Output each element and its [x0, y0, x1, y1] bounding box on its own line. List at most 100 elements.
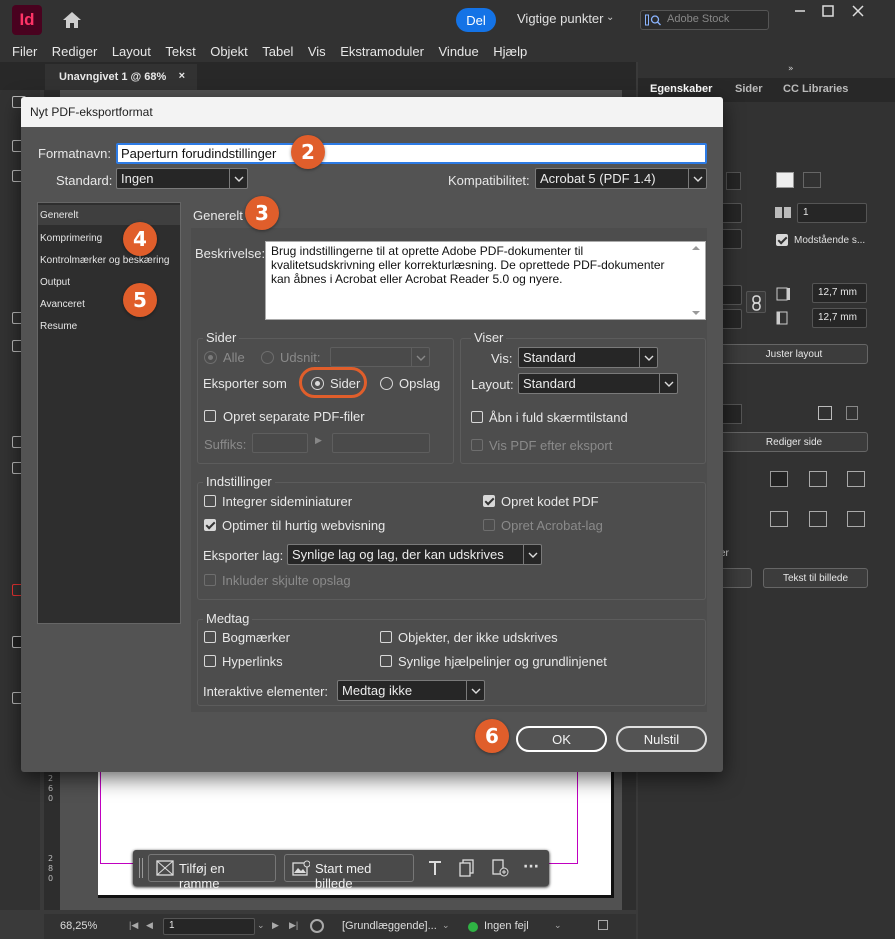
facing-pages-checkbox[interactable]: [776, 234, 788, 246]
landscape-orientation-icon[interactable]: [803, 172, 821, 188]
all-pages-radio[interactable]: [204, 351, 217, 364]
next-page-icon[interactable]: ▶: [272, 920, 279, 931]
open-document-icon[interactable]: [310, 919, 324, 933]
zoom-level[interactable]: 68,25%: [60, 920, 97, 932]
menu-ekstramoduler[interactable]: Ekstramoduler: [340, 44, 424, 59]
export-layers-dropdown[interactable]: Synlige lag og lag, der kan udskrives: [287, 544, 542, 565]
tagged-pdf-checkbox[interactable]: [483, 495, 495, 507]
portrait-orientation-icon[interactable]: [776, 172, 794, 188]
menu-tekst[interactable]: Tekst: [165, 44, 195, 59]
width-field[interactable]: [720, 203, 742, 223]
document-tab[interactable]: Unavngivet 1 @ 68% ×: [45, 64, 197, 90]
drag-handle-icon[interactable]: [139, 858, 143, 878]
menu-rediger[interactable]: Rediger: [52, 44, 98, 59]
close-icon[interactable]: [848, 3, 868, 19]
standard-dropdown[interactable]: Ingen: [116, 168, 248, 189]
page-view-icon[interactable]: [598, 920, 608, 930]
menu-objekt[interactable]: Objekt: [210, 44, 248, 59]
margin-left-field[interactable]: [720, 309, 742, 329]
workspace-switcher[interactable]: Vigtige punkter: [517, 11, 604, 26]
separate-files-checkbox[interactable]: [204, 410, 216, 422]
snap-icon[interactable]: [847, 511, 865, 527]
tab-cc-libraries[interactable]: CC Libraries: [783, 83, 848, 95]
description-scrollbar[interactable]: [688, 243, 704, 318]
fullscreen-checkbox[interactable]: [471, 411, 483, 423]
link-margins-icon[interactable]: [746, 291, 766, 313]
menu-vis[interactable]: Vis: [308, 44, 326, 59]
embed-thumbnails-checkbox[interactable]: [204, 495, 216, 507]
ruler-guides-icon[interactable]: [770, 471, 788, 487]
margin-bottom-field[interactable]: 12,7 mm: [812, 308, 867, 328]
tab-egenskaber[interactable]: Egenskaber: [650, 83, 712, 95]
delete-page-icon[interactable]: [846, 406, 858, 420]
baseline-grid-icon[interactable]: [809, 511, 827, 527]
last-page-icon[interactable]: ▶|: [289, 920, 298, 931]
page-dropdown-icon[interactable]: ⌄: [257, 920, 265, 931]
category-avanceret[interactable]: Avanceret: [38, 294, 180, 314]
format-name-input[interactable]: Paperturn forudindstillinger: [116, 143, 707, 164]
category-kontrolmaerker[interactable]: Kontrolmærker og beskæring: [38, 250, 180, 270]
menu-tabel[interactable]: Tabel: [262, 44, 293, 59]
share-button[interactable]: Del: [456, 8, 496, 32]
menu-vindue[interactable]: Vindue: [439, 44, 479, 59]
grid-icon[interactable]: [809, 471, 827, 487]
new-page-icon[interactable]: [818, 406, 832, 420]
text-to-image-button[interactable]: Tekst til billede: [763, 568, 868, 588]
close-tab-icon[interactable]: ×: [179, 70, 185, 82]
add-frame-button[interactable]: Tilføj en ramme: [148, 854, 276, 891]
first-page-icon[interactable]: |◀: [129, 920, 138, 931]
profile-dropdown-icon[interactable]: ⌄: [442, 920, 450, 931]
more-options-icon[interactable]: ···: [523, 859, 541, 877]
start-with-image-button[interactable]: Start med billede: [284, 854, 414, 891]
category-resume[interactable]: Resume: [38, 316, 180, 336]
description-textarea[interactable]: Brug indstillingerne til at oprette Adob…: [265, 241, 706, 320]
view-dropdown[interactable]: Standard: [518, 347, 658, 368]
page-number-field[interactable]: 1: [163, 918, 255, 935]
category-komprimering[interactable]: Komprimering: [38, 228, 180, 248]
minimize-icon[interactable]: [790, 3, 810, 19]
preflight-menu-icon[interactable]: ⌄: [554, 920, 562, 931]
smart-guides-icon[interactable]: [770, 511, 788, 527]
acrobat-layers-checkbox[interactable]: [483, 519, 495, 531]
suffix-field[interactable]: [252, 433, 308, 453]
menu-hjaelp[interactable]: Hjælp: [493, 44, 527, 59]
tab-sider[interactable]: Sider: [735, 83, 763, 95]
category-generelt[interactable]: Generelt: [38, 205, 180, 225]
text-icon[interactable]: [427, 859, 443, 877]
adjust-layout-button[interactable]: Juster layout: [720, 344, 868, 364]
reset-button[interactable]: Nulstil: [616, 726, 707, 752]
hyperlinks-checkbox[interactable]: [204, 655, 216, 667]
non-printing-checkbox[interactable]: [380, 631, 392, 643]
adobe-stock-search[interactable]: Adobe Stock: [640, 10, 769, 30]
edit-page-button[interactable]: Rediger side: [720, 432, 868, 452]
quick-action-button[interactable]: [720, 568, 752, 588]
preflight-profile[interactable]: [Grundlæggende]...: [342, 920, 437, 932]
layout-dropdown[interactable]: Standard: [518, 373, 678, 394]
compatibility-dropdown[interactable]: Acrobat 5 (PDF 1.4): [535, 168, 707, 189]
layout-grid-icon[interactable]: [847, 471, 865, 487]
include-hidden-checkbox[interactable]: [204, 574, 216, 586]
master-page-dropdown[interactable]: [720, 404, 742, 424]
view-after-export-checkbox[interactable]: [471, 439, 483, 451]
range-radio[interactable]: [261, 351, 274, 364]
bookmarks-checkbox[interactable]: [204, 631, 216, 643]
document-preset-dropdown[interactable]: [726, 172, 741, 190]
guides-checkbox[interactable]: [380, 655, 392, 667]
add-page-icon[interactable]: [491, 859, 509, 877]
previous-page-icon[interactable]: ◀: [146, 920, 153, 931]
range-dropdown[interactable]: [330, 347, 430, 367]
margin-right-field[interactable]: 12,7 mm: [812, 283, 867, 303]
pages-icon[interactable]: [459, 859, 475, 877]
collapse-panels-icon[interactable]: »: [788, 64, 794, 74]
page-count-field[interactable]: 1: [797, 203, 867, 223]
export-spreads-radio[interactable]: [380, 377, 393, 390]
suffix-token-field[interactable]: [332, 433, 430, 453]
preflight-errors[interactable]: Ingen fejl: [484, 920, 529, 932]
height-field[interactable]: [720, 229, 742, 249]
optimize-web-checkbox[interactable]: [204, 519, 216, 531]
category-output[interactable]: Output: [38, 272, 180, 292]
home-icon[interactable]: [60, 8, 84, 32]
ok-button[interactable]: OK: [516, 726, 607, 752]
menu-filer[interactable]: Filer: [12, 44, 37, 59]
export-pages-radio[interactable]: [311, 377, 324, 390]
